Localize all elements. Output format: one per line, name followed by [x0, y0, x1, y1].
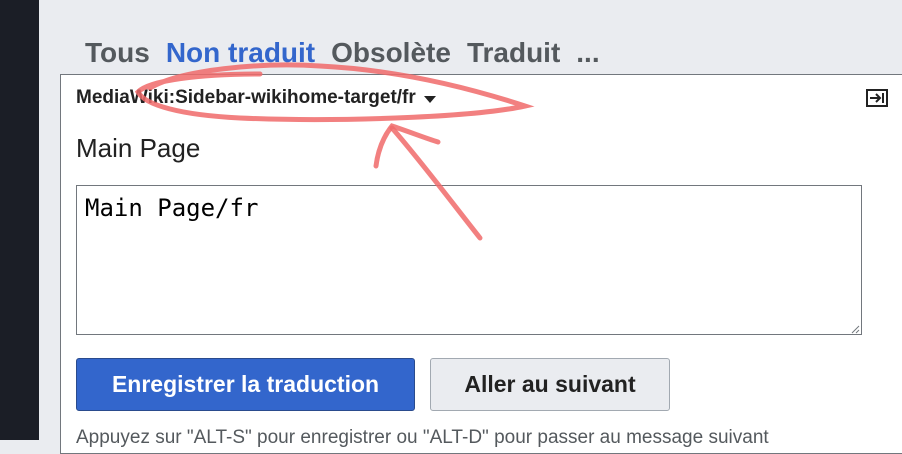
- resize-grip-icon[interactable]: [851, 325, 860, 334]
- next-message-button[interactable]: Aller au suivant: [430, 358, 670, 411]
- expand-icon[interactable]: [866, 89, 888, 107]
- message-key-label: MediaWiki:Sidebar-wikihome-target/fr: [76, 87, 416, 108]
- message-filter-tabs: Tous Non traduit Obsolète Traduit ...: [77, 36, 608, 80]
- translation-editor-panel: MediaWiki:Sidebar-wikihome-target/fr Mai…: [60, 74, 902, 454]
- message-key-dropdown[interactable]: MediaWiki:Sidebar-wikihome-target/fr: [76, 87, 436, 109]
- keyboard-shortcut-hint: Appuyez sur "ALT-S" pour enregistrer ou …: [76, 427, 769, 448]
- translation-textarea[interactable]: Main Page/fr: [76, 185, 862, 335]
- source-message-text: Main Page: [76, 133, 201, 163]
- chevron-down-icon: [423, 96, 436, 103]
- left-sidebar: [0, 0, 39, 440]
- save-translation-button[interactable]: Enregistrer la traduction: [76, 358, 415, 411]
